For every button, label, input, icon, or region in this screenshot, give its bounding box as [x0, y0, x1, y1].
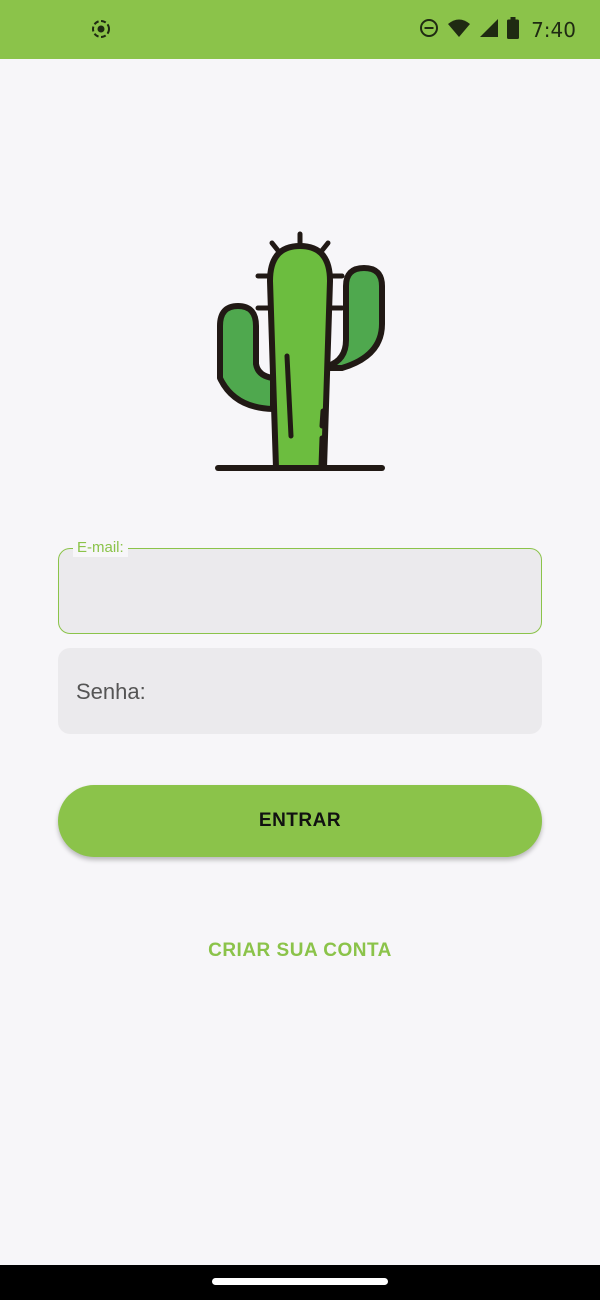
navigation-bar	[0, 1265, 600, 1300]
email-input[interactable]	[75, 577, 529, 615]
home-gesture-handle[interactable]	[212, 1278, 388, 1285]
do-not-disturb-icon	[419, 18, 439, 43]
cactus-icon	[210, 226, 390, 478]
login-button[interactable]: ENTRAR	[58, 785, 542, 857]
password-field[interactable]	[58, 648, 542, 734]
email-label: E-mail:	[73, 539, 128, 557]
status-icons: 7:40	[419, 16, 576, 44]
email-field[interactable]: E-mail:	[58, 539, 542, 634]
screen-record-icon	[90, 18, 112, 40]
password-input[interactable]	[74, 673, 528, 711]
status-time: 7:40	[531, 18, 576, 42]
battery-icon	[507, 16, 520, 44]
wifi-icon	[447, 18, 471, 43]
status-bar: 7:40	[0, 0, 600, 59]
signal-icon	[479, 18, 499, 43]
create-account-link[interactable]: CRIAR SUA CONTA	[0, 940, 600, 962]
